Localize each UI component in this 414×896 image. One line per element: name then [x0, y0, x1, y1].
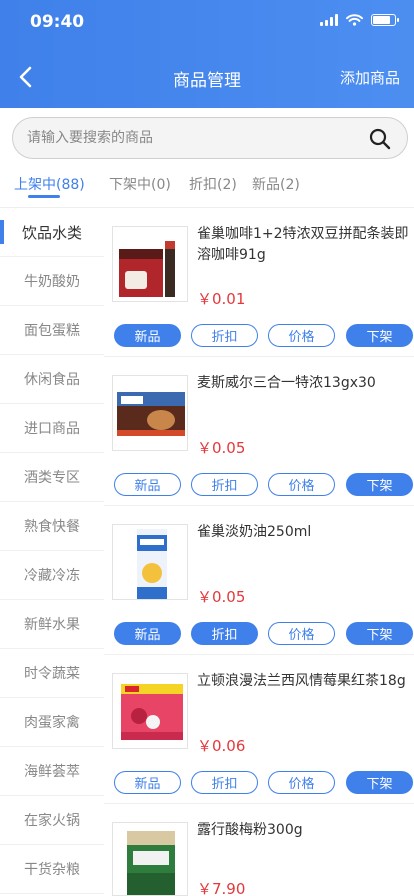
- search-input[interactable]: [27, 118, 357, 158]
- price-button[interactable]: 价格: [268, 622, 335, 645]
- product-image-coffee: [112, 226, 188, 302]
- header: 09:40 商品管理 添加商品: [0, 0, 414, 108]
- sidebar-item-meat-eggs[interactable]: 肉蛋家禽: [0, 698, 104, 747]
- status-icons: [320, 14, 399, 26]
- product-actions: 新品 折扣 价格 下架: [114, 771, 414, 795]
- product-name: 雀巢咖啡1+2特浓双豆拼配条装即溶咖啡91g: [197, 226, 409, 263]
- product-item[interactable]: 立顿浪漫法兰西风情莓果红茶18g ￥0.06 新品 折扣 价格 下架: [104, 655, 414, 804]
- tab-new[interactable]: 新品(2): [252, 174, 300, 194]
- product-name: 麦斯威尔三合一特浓13gx30: [197, 375, 376, 391]
- battery-icon: [371, 14, 399, 26]
- tab-on-shelf[interactable]: 上架中(88): [14, 174, 85, 194]
- discount-button[interactable]: 折扣: [191, 622, 258, 645]
- sidebar-item-seafood[interactable]: 海鲜荟萃: [0, 747, 104, 796]
- new-button[interactable]: 新品: [114, 622, 181, 645]
- product-image-maxwell: [112, 375, 188, 451]
- tab-discount[interactable]: 折扣(2): [189, 174, 237, 194]
- discount-button[interactable]: 折扣: [191, 473, 258, 496]
- sidebar-item-dairy[interactable]: 牛奶酸奶: [0, 257, 104, 306]
- status-time: 09:40: [30, 12, 85, 32]
- product-item[interactable]: 露行酸梅粉300g ￥7.90: [104, 804, 414, 896]
- new-button[interactable]: 新品: [114, 771, 181, 794]
- price-button[interactable]: 价格: [268, 771, 335, 794]
- product-image-plum-powder: [112, 822, 188, 896]
- product-price: ￥7.90: [197, 880, 246, 896]
- sidebar-item-fruit[interactable]: 新鲜水果: [0, 600, 104, 649]
- discount-button[interactable]: 折扣: [191, 771, 258, 794]
- price-button[interactable]: 价格: [268, 473, 335, 496]
- tab-off-shelf[interactable]: 下架中(0): [109, 174, 171, 194]
- wifi-icon: [346, 14, 363, 26]
- product-name: 雀巢淡奶油250ml: [197, 524, 312, 540]
- sidebar-item-snacks[interactable]: 休闲食品: [0, 355, 104, 404]
- product-name: 露行酸梅粉300g: [197, 822, 303, 838]
- discount-button[interactable]: 折扣: [191, 324, 258, 347]
- new-button[interactable]: 新品: [114, 473, 181, 496]
- product-image-cream: [112, 524, 188, 600]
- product-price: ￥0.01: [197, 290, 246, 308]
- status-tabs: 上架中(88) 下架中(0) 折扣(2) 新品(2): [0, 170, 414, 206]
- sidebar-item-deli[interactable]: 熟食快餐: [0, 502, 104, 551]
- sidebar-item-imported[interactable]: 进口商品: [0, 404, 104, 453]
- product-actions: 新品 折扣 价格 下架: [114, 324, 414, 348]
- search-bar: [12, 117, 408, 159]
- category-sidebar: 饮品水类 牛奶酸奶 面包蛋糕 休闲食品 进口商品 酒类专区 熟食快餐 冷藏冷冻 …: [0, 208, 104, 896]
- sidebar-item-drinks[interactable]: 饮品水类: [0, 208, 104, 257]
- signal-icon: [320, 14, 338, 26]
- new-button[interactable]: 新品: [114, 324, 181, 347]
- off-shelf-button[interactable]: 下架: [346, 622, 413, 645]
- product-price: ￥0.05: [197, 588, 246, 606]
- off-shelf-button[interactable]: 下架: [346, 473, 413, 496]
- product-item[interactable]: 雀巢咖啡1+2特浓双豆拼配条装即溶咖啡91g ￥0.01 新品 折扣 价格 下架: [104, 208, 414, 357]
- product-image-lipton: [112, 673, 188, 749]
- product-price: ￥0.05: [197, 439, 246, 457]
- sidebar-item-frozen[interactable]: 冷藏冷冻: [0, 551, 104, 600]
- off-shelf-button[interactable]: 下架: [346, 324, 413, 347]
- add-product-button[interactable]: 添加商品: [340, 67, 400, 88]
- sidebar-item-hotpot[interactable]: 在家火锅: [0, 796, 104, 845]
- tab-active-indicator: [28, 195, 60, 198]
- sidebar-item-liquor[interactable]: 酒类专区: [0, 453, 104, 502]
- off-shelf-button[interactable]: 下架: [346, 771, 413, 794]
- product-item[interactable]: 麦斯威尔三合一特浓13gx30 ￥0.05 新品 折扣 价格 下架: [104, 357, 414, 506]
- search-icon[interactable]: [369, 128, 391, 150]
- product-price: ￥0.06: [197, 737, 246, 755]
- product-actions: 新品 折扣 价格 下架: [114, 473, 414, 497]
- sidebar-item-dry-goods[interactable]: 干货杂粮: [0, 845, 104, 894]
- product-item[interactable]: 雀巢淡奶油250ml ￥0.05 新品 折扣 价格 下架: [104, 506, 414, 655]
- product-name: 立顿浪漫法兰西风情莓果红茶18g: [197, 673, 406, 689]
- sidebar-item-vegetables[interactable]: 时令蔬菜: [0, 649, 104, 698]
- product-actions: 新品 折扣 价格 下架: [114, 622, 414, 646]
- sidebar-item-bakery[interactable]: 面包蛋糕: [0, 306, 104, 355]
- price-button[interactable]: 价格: [268, 324, 335, 347]
